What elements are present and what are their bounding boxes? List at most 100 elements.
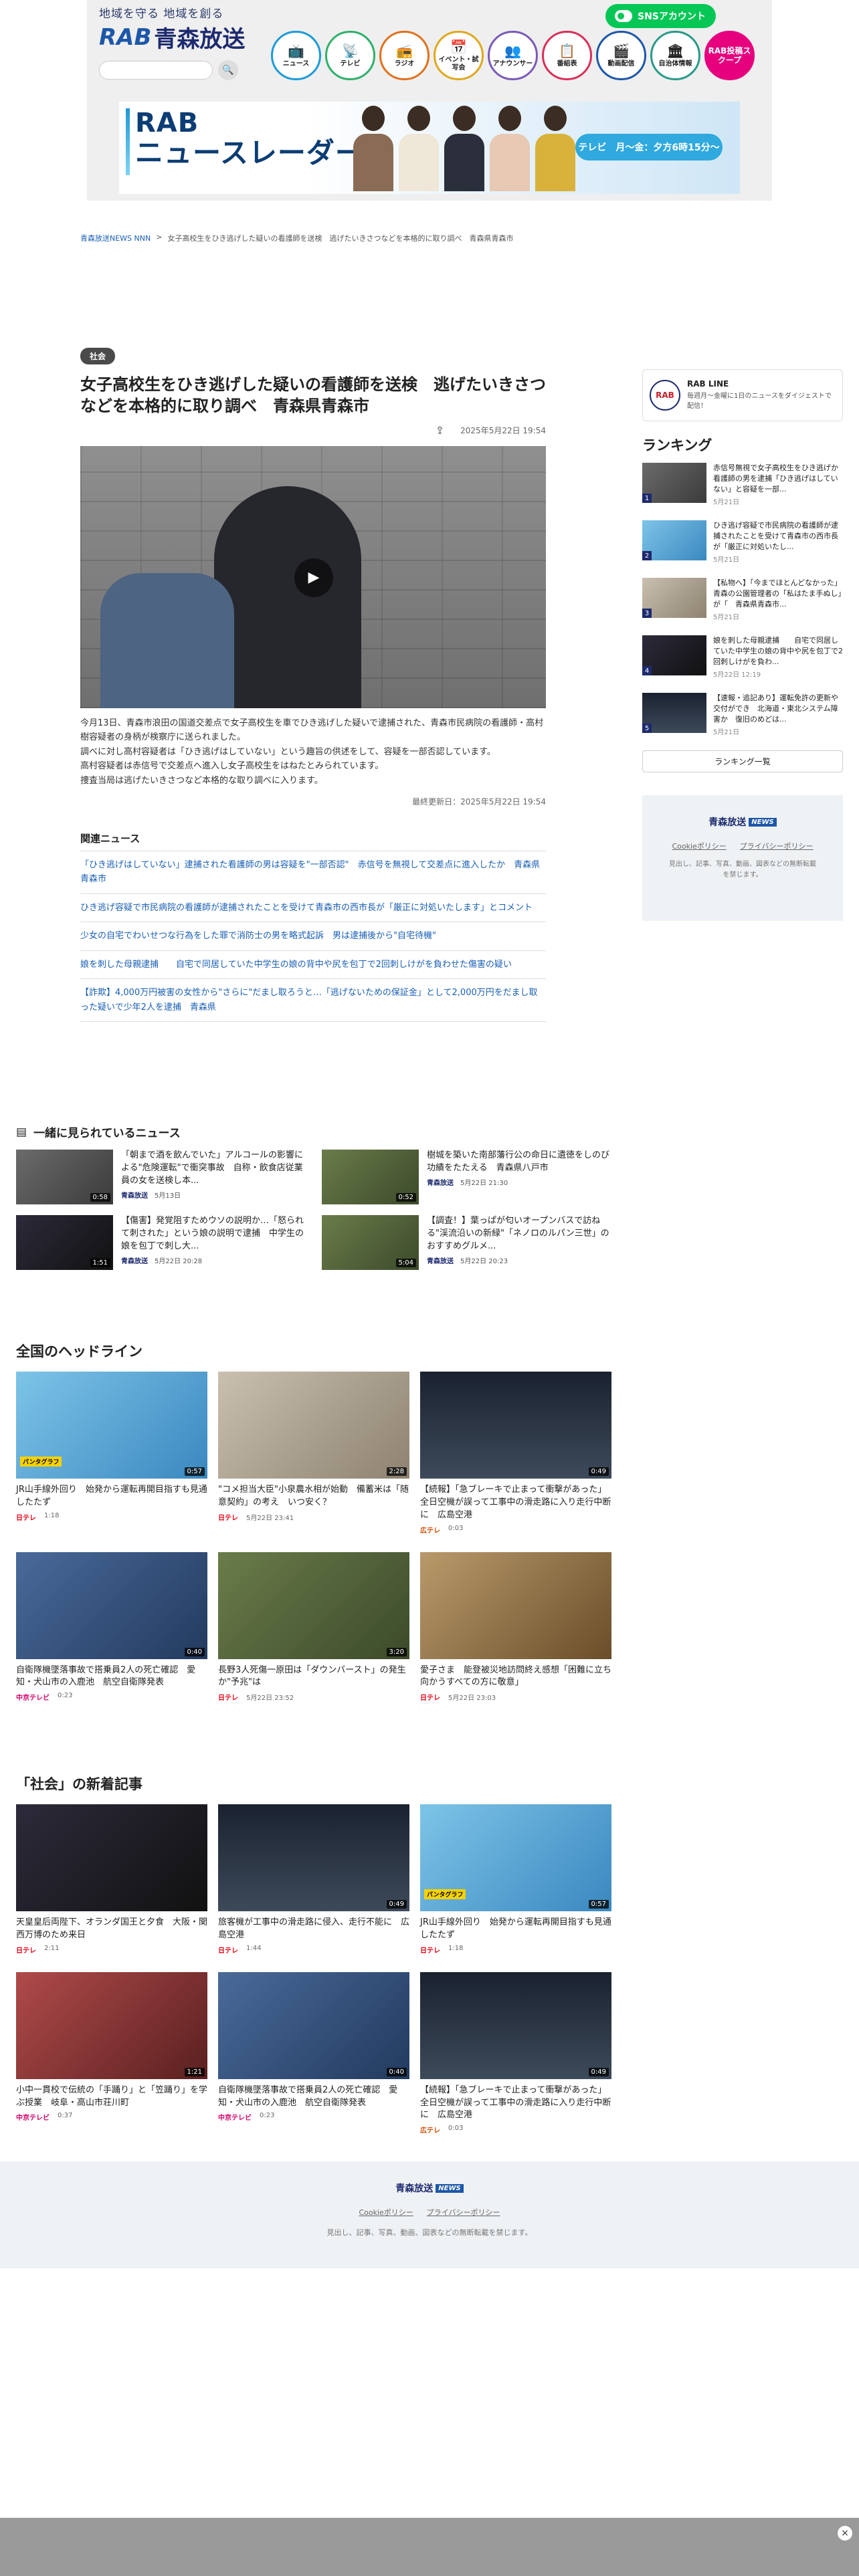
brand: 地域を守る 地域を創る RAB 青森放送 — [99, 4, 245, 53]
social-source: 日テレ 1:44 — [218, 1945, 409, 1955]
source-date: 2:11 — [44, 1944, 60, 1952]
also-watched-thumbnail: 0:52 — [322, 1150, 419, 1204]
national-item[interactable]: 2:28 "コメ担当大臣"小泉農水相が始動 備蓄米は「随意契約」の考え いつ安く？… — [218, 1372, 409, 1535]
video-duration: 0:57 — [184, 1467, 205, 1476]
rab-line-card[interactable]: RAB RAB LINE 毎週月〜金曜に1日のニュースをダイジェストで配信！ — [642, 369, 843, 421]
social-thumbnail: 1:21 — [16, 1971, 207, 2079]
source-name: 広テレ — [420, 2127, 440, 2135]
footer-links: Cookieポリシー プライバシーポリシー — [0, 2207, 859, 2218]
national-text: JR山手線外回り 始発から運転再開目指すも見通したたず — [16, 1485, 207, 1507]
nav-item-people[interactable]: 👥 アナウンサー — [488, 31, 538, 80]
play-icon[interactable]: ▶ — [294, 558, 333, 597]
footer-privacy-link[interactable]: プライバシーポリシー — [427, 2207, 500, 2218]
related-link[interactable]: ひき逃げ容疑で市民病院の看護師が逮捕されたことを受けて青森市の西市長が「厳正に対… — [80, 894, 546, 923]
nav-item-television[interactable]: 📡 テレビ — [325, 31, 375, 80]
news-logo[interactable]: 青森放送 NEWS — [708, 815, 777, 829]
social-item[interactable]: 0:40 自衛隊機墜落事故で搭乗員2人の死亡確認 愛知・犬山市の入鹿池 航空自衛隊… — [218, 1971, 409, 2135]
news-radar-banner[interactable]: RAB ニュースレーダー テレビ 月〜金：夕方6時15分〜 — [119, 102, 740, 194]
source-date: 5月22日 23:03 — [448, 1695, 496, 1703]
banner-title-line2: ニュースレーダー — [135, 136, 364, 169]
source-date: 5月22日 20:23 — [460, 1257, 508, 1265]
nav-item-radio[interactable]: 📻 ラジオ — [379, 31, 430, 80]
source-date: 0:03 — [448, 1524, 464, 1532]
breadcrumb-home[interactable]: 青森放送NEWS NNN — [80, 233, 151, 243]
social-item[interactable]: 1:21 小中一貫校で伝統の「手踊り」と「笠踊り」を学ぶ授業 岐阜・高山市荘川町中… — [16, 1971, 207, 2135]
article-paragraph: 捜査当局は逃げたいきさつなど本格的な取り調べに入ります。 — [80, 775, 323, 786]
related-link[interactable]: 娘を刺した母親逮捕 自宅で同居していた中学生の娘の背中や尻を包丁で2回刺しけがを… — [80, 951, 546, 980]
footer-cookie-link[interactable]: Cookieポリシー — [359, 2207, 413, 2218]
article-paragraph: 今月13日、青森市浪田の国道交差点で女子高校生を車でひき逃げした疑いで逮捕された… — [80, 718, 544, 743]
source-date: 5月22日 20:28 — [155, 1257, 203, 1265]
also-watched-item[interactable]: 0:58 「朝まで酒を飲んでいた」アルコールの影響による"危険運転"で衝突事故 自… — [16, 1150, 306, 1204]
national-item[interactable]: 0:49 【続報】「急ブレーキで止まって衝撃があった」全日空機が誤って工事中の滑走… — [420, 1372, 611, 1535]
ad-banner[interactable]: × — [0, 2518, 859, 2576]
nav-item-building[interactable]: 🏛 自治体情報 — [650, 31, 700, 80]
ranking-date: 5月22日 12:19 — [713, 671, 761, 679]
ranking-text: ひき逃げ容疑で市民病院の看護師が逮捕されたことを受けて青森市の西市長が「厳正に対… — [713, 521, 838, 551]
social-item[interactable]: パンタグラフ 0:57 JR山手線外回り 始発から運転再開目指すも見通したたず 日テレ… — [420, 1804, 611, 1955]
footer-news-logo[interactable]: 青森放送 NEWS — [395, 2181, 464, 2195]
national-item[interactable]: パンタグラフ 0:57 JR山手線外回り 始発から運転再開目指すも見通したたず 日テレ… — [16, 1372, 207, 1535]
sns-button-label: SNSアカウント — [638, 11, 706, 22]
national-item[interactable]: 愛子さま 能登被災地訪問終え感想「困難に立ち向かうすべての方に敬意」 日テレ 5月2… — [420, 1551, 611, 1702]
social-item[interactable]: 0:49 【続報】「急ブレーキで止まって衝撃があった」全日空機が誤って工事中の滑走… — [420, 1971, 611, 2135]
related-link[interactable]: 少女の自宅でわいせつな行為をした罪で消防士の男を略式起訴 男は逮捕後から"自宅待… — [80, 922, 546, 951]
source-date: 5月22日 23:52 — [246, 1695, 294, 1703]
ranking-item[interactable]: 5 【速報・追記あり】運転免許の更新や交付ができ 北海道・東北システム障害か 復旧… — [642, 693, 843, 744]
social-source: 中京テレビ 0:23 — [218, 2112, 409, 2122]
also-watched-text: 樹城を築いた南部藩行公の命日に遺徳をしのび功績をたたえる 青森県八戸市 — [427, 1150, 610, 1173]
thumbnail-caption: パンタグラフ — [424, 1889, 466, 1899]
nav-item-scoop[interactable]: RAB投稿スクープ — [704, 31, 755, 80]
related-link[interactable]: 【詐欺】4,000万円被害の女性から"さらに"だまし取ろうと…「逃げないための保… — [80, 979, 546, 1023]
social-text: 自衛隊機墜落事故で搭乗員2人の死亡確認 愛知・犬山市の入鹿池 航空自衛隊発表 — [218, 2084, 398, 2108]
ranking-item[interactable]: 2 ひき逃げ容疑で市民病院の看護師が逮捕されたことを受けて青森市の西市長が「厳正に… — [642, 520, 843, 571]
also-watched-item[interactable]: 0:52 樹城を築いた南部藩行公の命日に遺徳をしのび功績をたたえる 青森県八戸市青… — [322, 1150, 611, 1204]
article-meta: ⇪ 2025年5月22日 19:54 — [80, 424, 546, 437]
national-item[interactable]: 0:40 自衛隊機墜落事故で搭乗員2人の死亡確認 愛知・犬山市の入鹿池 航空自衛隊… — [16, 1551, 207, 1702]
people-icon: 👥 — [504, 43, 521, 59]
national-source: 日テレ 5月22日 23:03 — [420, 1692, 611, 1702]
source-name: 日テレ — [16, 1514, 36, 1522]
national-source: 広テレ 0:03 — [420, 1525, 611, 1535]
nav-item-guide[interactable]: 📋 番組表 — [542, 31, 592, 80]
ranking-date: 5月21日 — [713, 498, 740, 506]
nav-item-calendar[interactable]: 📅 イベント・試写会 — [434, 31, 484, 80]
also-watched-item[interactable]: 1:51 【傷害】発覚阻すためウソの説明か…「怒られて刺された」という娘の説明で逮… — [16, 1215, 306, 1270]
anchor-figure — [399, 106, 439, 193]
breadcrumb-current: 女子高校生をひき逃げした疑いの看護師を送検 逃げたいきさつなどを本格的に取り調べ… — [167, 234, 514, 243]
nav-item-tv[interactable]: 📺 ニュース — [271, 31, 321, 80]
search-icon[interactable]: 🔍 — [218, 60, 238, 80]
share-icon[interactable]: ⇪ — [436, 424, 444, 437]
social-item[interactable]: 天皇皇后両陛下、オランダ国王と夕食 大阪・関西万博のため来日 日テレ 2:11 — [16, 1804, 207, 1955]
also-watched-source: 青森放送 5月22日 20:28 — [121, 1255, 306, 1265]
search-input[interactable] — [99, 61, 213, 80]
privacy-policy-link[interactable]: プライバシーポリシー — [740, 841, 814, 851]
related-link[interactable]: 「ひき逃げはしていない」逮捕された看護師の男は容疑を"一部否認" 赤信号を無視し… — [80, 851, 546, 894]
also-watched-text-wrap: 「朝まで酒を飲んでいた」アルコールの影響による"危険運転"で衝突事故 自称・飲食… — [121, 1150, 306, 1204]
ranking-item[interactable]: 3 【私物へ】「今までほとんどなかった」青森の公園管理者の「私はたま手ぬし」が「 … — [642, 578, 843, 629]
category-badge[interactable]: 社会 — [80, 348, 116, 364]
also-watched-text: 「朝まで酒を飲んでいた」アルコールの影響による"危険運転"で衝突事故 自称・飲食… — [121, 1150, 303, 1186]
social-thumbnail — [16, 1804, 207, 1911]
also-watched-item[interactable]: 5:04 【調査！】葉っぱが匂いオープンバスで訪ねる"渓流沿いの新緑"「ネノロのル… — [322, 1215, 611, 1270]
ranking-more-button[interactable]: ランキング一覧 — [642, 750, 843, 772]
video-player[interactable]: ▶ — [80, 445, 546, 708]
sns-account-button[interactable]: SNSアカウント — [605, 4, 716, 28]
nav-item-video[interactable]: 🎬 動画配信 — [596, 31, 646, 80]
source-name: 中京テレビ — [218, 2115, 252, 2123]
toggle-icon — [615, 10, 632, 22]
cookie-policy-link[interactable]: Cookieポリシー — [672, 841, 726, 851]
social-text: 【続報】「急ブレーキで止まって衝撃があった」全日空機が誤って工事中の滑走路に入り… — [420, 2084, 611, 2121]
video-duration: 0:40 — [184, 1647, 205, 1656]
national-item[interactable]: 3:20 長野3人死傷一原田は「ダウンバースト」の発生か"予兆"は 日テレ 5月22日… — [218, 1551, 409, 1703]
video-icon: 🎬 — [613, 43, 630, 59]
ranking-item[interactable]: 4 娘を刺した母親逮捕 自宅で同居していた中学生の娘の背中や尻を包丁で2回刺しけが… — [642, 635, 843, 686]
close-icon[interactable]: × — [838, 2526, 852, 2541]
site-logo[interactable]: RAB 青森放送 — [99, 21, 245, 53]
also-watched-text: 【調査！】葉っぱが匂いオープンバスで訪ねる"渓流沿いの新緑"「ネノロのルパン三世… — [427, 1216, 609, 1251]
ranking-item[interactable]: 1 赤信号無視で女子高校生をひき逃げか 看護師の男を逮捕「ひき逃げはしていない」と… — [642, 463, 846, 514]
social-item[interactable]: 0:49 旅客機が工事中の滑走路に侵入、走行不能に 広島空港 日テレ 1:44 — [218, 1804, 409, 1955]
logo-name: 青森放送 — [154, 26, 246, 53]
anchor-figure — [444, 106, 484, 193]
social-source: 日テレ 1:18 — [420, 1945, 611, 1955]
